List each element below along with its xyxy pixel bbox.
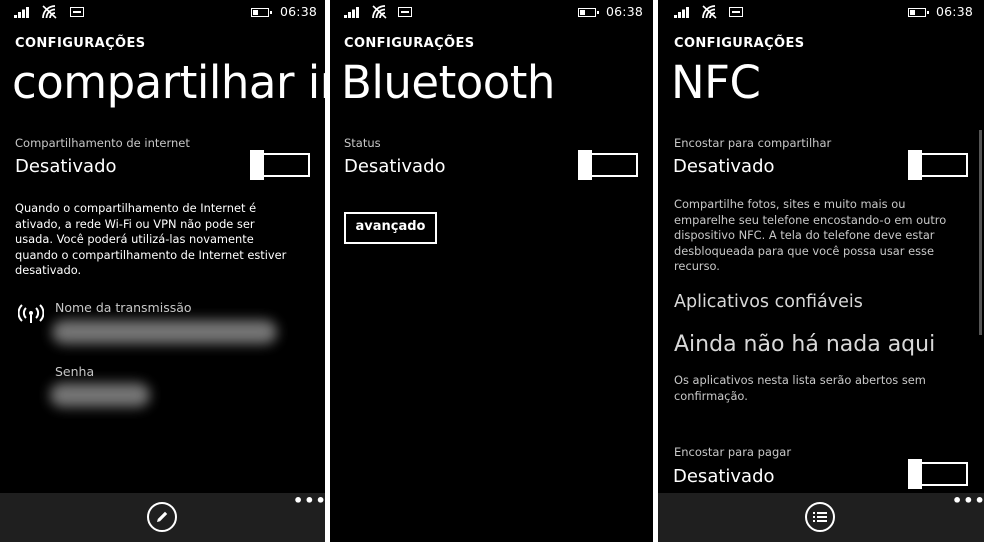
- tap-to-share-value: Desativado: [673, 156, 775, 177]
- bluetooth-status-value: Desativado: [344, 156, 446, 177]
- app-title: CONFIGURAÇÕES: [15, 36, 146, 51]
- internet-sharing-label: Compartilhamento de internet: [15, 136, 190, 150]
- toggle-thumb: [908, 150, 922, 180]
- toggle-thumb: [578, 150, 592, 180]
- password-value[interactable]: [50, 383, 150, 407]
- status-bar: 06:38: [330, 0, 653, 24]
- signal-icon: [674, 7, 689, 18]
- more-options-button[interactable]: •••: [952, 493, 984, 509]
- tap-to-share-label: Encostar para compartilhar: [674, 136, 832, 150]
- screen-bluetooth: 06:38 CONFIGURAÇÕES Bluetooth Status Des…: [330, 0, 653, 542]
- tap-to-pay-toggle[interactable]: [908, 459, 968, 489]
- wifi-icon: [42, 5, 57, 19]
- sim-icon: [70, 7, 84, 17]
- broadcast-name-value[interactable]: [52, 320, 277, 344]
- more-options-button[interactable]: •••: [293, 493, 325, 509]
- app-title: CONFIGURAÇÕES: [674, 36, 805, 51]
- battery-icon: [578, 8, 599, 17]
- advanced-button[interactable]: avançado: [344, 212, 437, 244]
- trusted-apps-note: Os aplicativos nesta lista serão abertos…: [674, 373, 926, 403]
- scrollbar[interactable]: [979, 130, 982, 335]
- bluetooth-status-label: Status: [344, 136, 381, 150]
- tap-to-pay-label: Encostar para pagar: [674, 445, 792, 459]
- toggle-thumb: [908, 459, 922, 489]
- app-title: CONFIGURAÇÕES: [344, 36, 475, 51]
- page-title: NFC: [671, 56, 761, 109]
- status-bar: 06:38: [0, 0, 325, 24]
- bluetooth-toggle[interactable]: [578, 150, 638, 180]
- trusted-apps-header: Aplicativos confiáveis: [674, 292, 863, 312]
- checklist-icon: [813, 512, 827, 522]
- tap-to-pay-value: Desativado: [673, 466, 775, 487]
- clock: 06:38: [280, 4, 318, 19]
- broadcast-icon: [18, 304, 44, 323]
- screen-nfc: 06:38 CONFIGURAÇÕES NFC Encostar para co…: [658, 0, 984, 542]
- wifi-icon: [372, 5, 387, 19]
- edit-button[interactable]: [147, 502, 177, 532]
- internet-sharing-description: Quando o compartilhamento de Internet é …: [15, 201, 287, 277]
- app-bar: •••: [0, 493, 325, 542]
- screen-internet-sharing: 06:38 CONFIGURAÇÕES compartilhar in Comp…: [0, 0, 325, 542]
- broadcast-name-label: Nome da transmissão: [55, 300, 192, 315]
- signal-icon: [344, 7, 359, 18]
- app-bar: •••: [658, 493, 984, 542]
- pencil-icon: [157, 511, 168, 522]
- nfc-description: Compartilhe fotos, sites e muito mais ou…: [674, 197, 947, 273]
- password-label: Senha: [55, 364, 95, 379]
- page-title: Bluetooth: [341, 56, 555, 109]
- page-title: compartilhar in: [12, 56, 325, 109]
- wifi-icon: [702, 5, 717, 19]
- sim-icon: [729, 7, 743, 17]
- status-bar: 06:38: [658, 0, 984, 24]
- tap-to-share-toggle[interactable]: [908, 150, 968, 180]
- sim-icon: [398, 7, 412, 17]
- clock: 06:38: [606, 4, 644, 19]
- internet-sharing-value: Desativado: [15, 156, 117, 177]
- battery-icon: [251, 8, 272, 17]
- internet-sharing-toggle[interactable]: [250, 150, 310, 180]
- signal-icon: [14, 7, 29, 18]
- list-button[interactable]: [805, 502, 835, 532]
- toggle-thumb: [250, 150, 264, 180]
- battery-icon: [908, 8, 929, 17]
- clock: 06:38: [936, 4, 974, 19]
- empty-list-message: Ainda não há nada aqui: [674, 332, 936, 357]
